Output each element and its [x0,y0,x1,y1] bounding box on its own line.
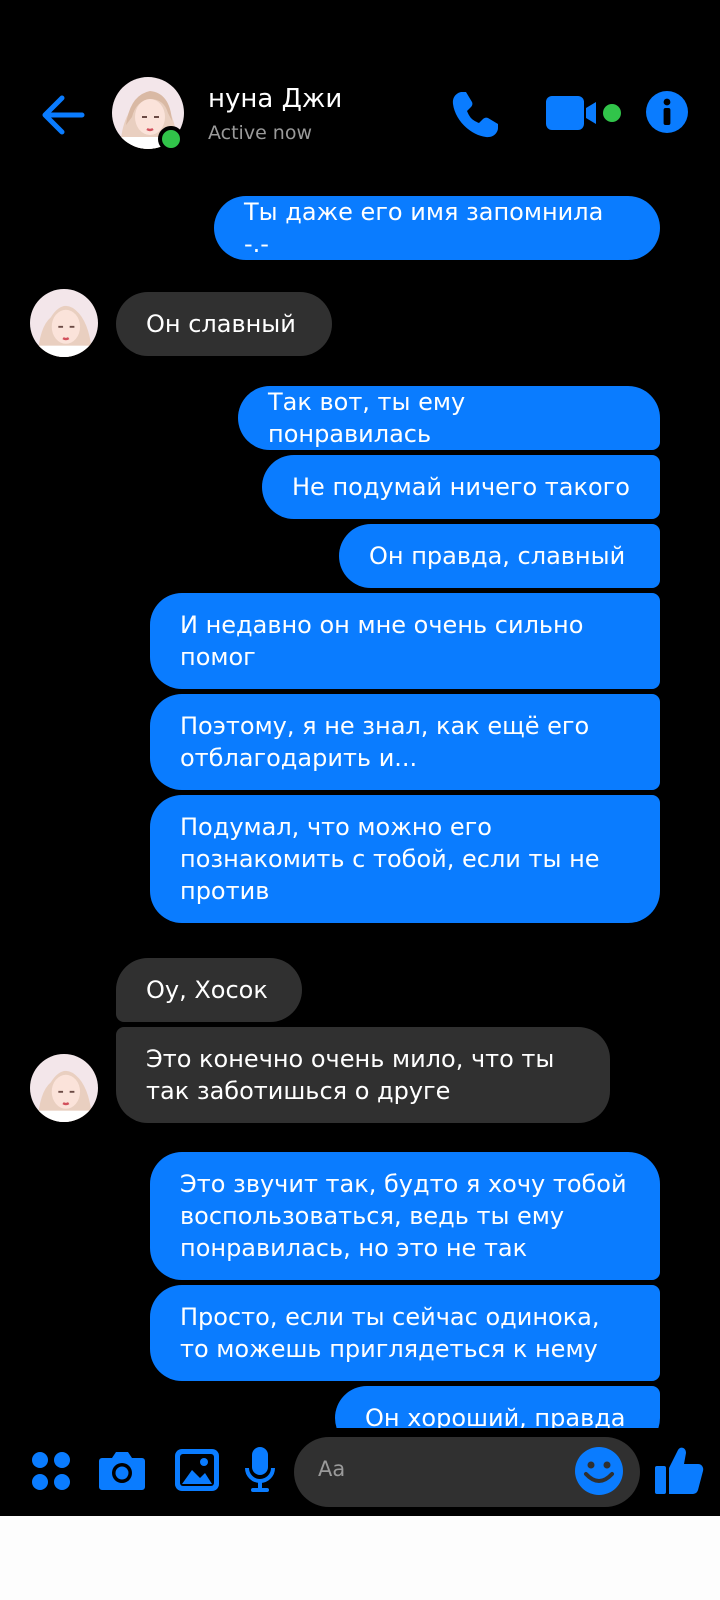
message-bubble-outgoing[interactable]: Просто, если ты сейчас одинока, то можеш… [150,1285,660,1381]
message-text: Это звучит так, будто я хочу тобой воспо… [180,1170,627,1262]
gallery-icon[interactable] [174,1448,220,1492]
thumbs-up-icon[interactable] [654,1444,704,1496]
message-bubble-outgoing[interactable]: И недавно он мне очень сильно помог [150,593,660,689]
message-bubble-incoming[interactable]: Оу, Хосок [116,958,302,1022]
message-bubble-outgoing[interactable]: Подумал, что можно его познакомить с тоб… [150,795,660,923]
message-text: Он славный [146,310,296,338]
message-text: Подумал, что можно его познакомить с тоб… [180,813,600,905]
contact-avatar-small[interactable] [30,289,98,357]
message-bubble-outgoing[interactable]: Ты даже его имя запомнила -.- [214,196,660,260]
microphone-icon[interactable] [244,1446,276,1494]
message-bubble-outgoing[interactable]: Не подумай ничего такого [262,455,660,519]
chat-screen: нуна Джи Active now Ты даже его имя запо… [0,0,720,1516]
info-icon[interactable] [645,90,689,134]
contact-name[interactable]: нуна Джи [208,84,342,114]
message-text: Не подумай ничего такого [292,473,630,501]
chat-header: нуна Джи Active now [0,0,720,180]
message-bubble-outgoing[interactable]: Он правда, славный [339,524,660,588]
message-text: Он правда, славный [369,542,626,570]
message-text: Так вот, ты ему понравилась [268,388,466,448]
message-composer: Aa [0,1428,720,1516]
back-arrow-icon[interactable] [38,90,88,140]
message-text: Оу, Хосок [146,976,268,1004]
message-text: Просто, если ты сейчас одинока, то можеш… [180,1303,600,1363]
system-navigation-area [0,1516,720,1600]
contact-avatar-small[interactable] [30,1054,98,1122]
message-bubble-incoming[interactable]: Это конечно очень мило, что ты так забот… [116,1027,610,1123]
camera-icon[interactable] [98,1448,146,1492]
message-thread[interactable]: Ты даже его имя запомнила -.- Он славный… [0,180,720,1428]
online-status-dot [158,126,184,152]
message-text: Поэтому, я не знал, как ещё его отблагод… [180,712,590,772]
message-bubble-incoming[interactable]: Он славный [116,292,332,356]
call-icon[interactable] [448,88,502,142]
message-bubble-outgoing[interactable]: Поэтому, я не знал, как ещё его отблагод… [150,694,660,790]
contact-status: Active now [208,122,313,144]
video-call-icon[interactable] [544,94,604,134]
emoji-icon[interactable] [574,1446,624,1496]
message-text: Это конечно очень мило, что ты так забот… [146,1045,555,1105]
video-available-dot [603,104,621,122]
message-bubble-outgoing[interactable]: Это звучит так, будто я хочу тобой воспо… [150,1152,660,1280]
message-bubble-outgoing[interactable]: Он хороший, правда [335,1386,660,1428]
message-bubble-outgoing[interactable]: Так вот, ты ему понравилась [238,386,660,450]
message-text: И недавно он мне очень сильно помог [180,611,584,671]
message-input-placeholder: Aa [318,1457,346,1481]
message-input[interactable]: Aa [294,1437,640,1507]
apps-icon[interactable] [30,1450,72,1492]
message-text: Ты даже его имя запомнила -.- [244,198,604,258]
message-text: Он хороший, правда [365,1404,626,1428]
